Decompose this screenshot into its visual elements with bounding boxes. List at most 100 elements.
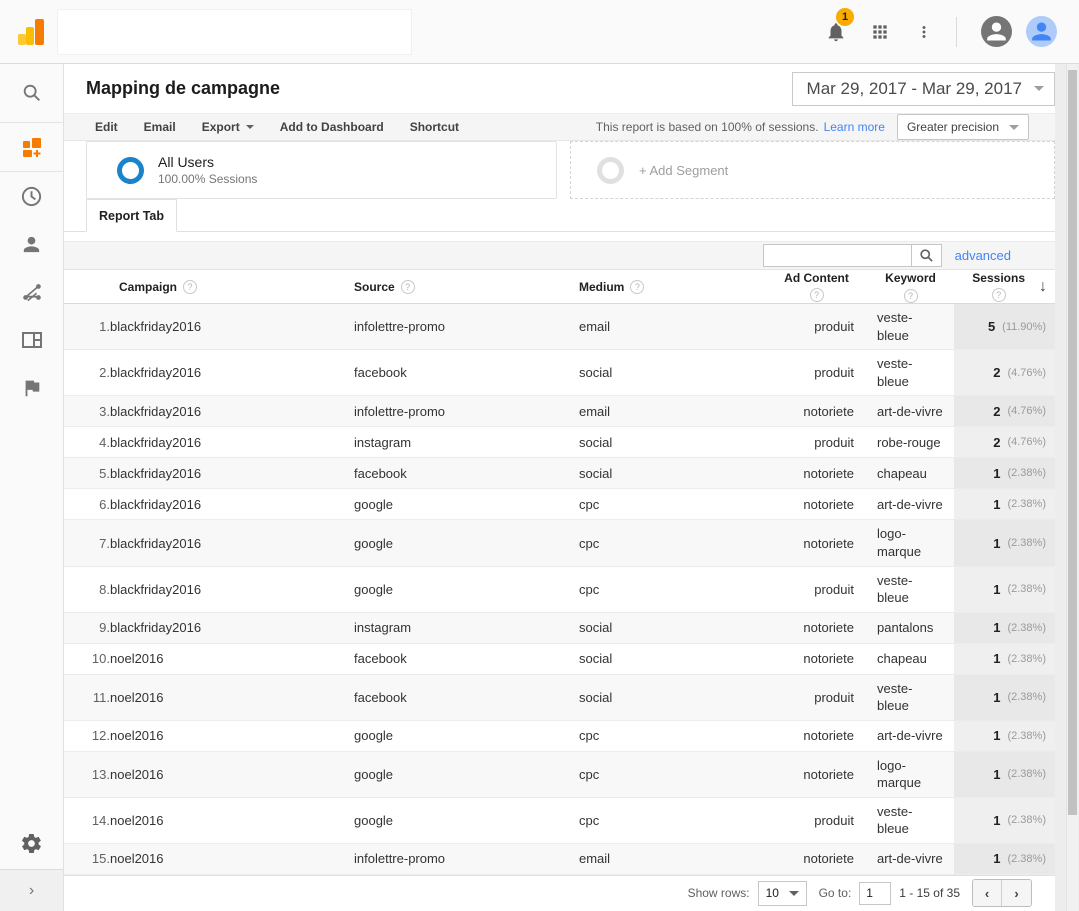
shortcut-button[interactable]: Shortcut xyxy=(410,120,459,134)
help-icon[interactable] xyxy=(992,288,1006,302)
table-row: 1. blackfriday2016 infolettre-promo emai… xyxy=(64,304,1055,350)
column-header-ad-content[interactable]: Ad Content xyxy=(784,271,849,285)
table-row: 12. noel2016 google cpc notoriete art-de… xyxy=(64,721,1055,752)
tab-report[interactable]: Report Tab xyxy=(86,199,177,232)
sessions-percent: (2.38%) xyxy=(1007,814,1046,826)
cell-medium: email xyxy=(579,314,779,339)
sessions-percent: (2.38%) xyxy=(1007,691,1046,703)
precision-dropdown[interactable]: Greater precision xyxy=(897,114,1029,140)
column-header-source[interactable]: Source xyxy=(354,280,395,294)
sidebar-item-audience-person-icon[interactable] xyxy=(0,220,63,268)
sort-descending-icon[interactable]: ↓ xyxy=(1039,279,1047,295)
apps-grid-icon[interactable] xyxy=(858,12,902,52)
cell-ad-content: produit xyxy=(779,360,854,385)
cell-campaign: blackfriday2016 xyxy=(110,430,354,455)
table-row: 6. blackfriday2016 google cpc notoriete … xyxy=(64,489,1055,520)
export-button[interactable]: Export xyxy=(202,120,254,134)
table-row: 15. noel2016 infolettre-promo email noto… xyxy=(64,844,1055,875)
rows-per-page-select[interactable]: 10 xyxy=(758,881,807,906)
next-page-button[interactable]: › xyxy=(1002,880,1031,906)
cell-source: infolettre-promo xyxy=(354,846,579,871)
advanced-search-link[interactable]: advanced xyxy=(955,248,1011,263)
help-icon[interactable] xyxy=(630,280,644,294)
sidebar-item-acquisition-share-icon[interactable] xyxy=(0,268,63,316)
row-index: 12. xyxy=(86,723,110,748)
sidebar-collapse-chevron-icon[interactable]: › xyxy=(0,869,63,911)
help-icon[interactable] xyxy=(401,280,415,294)
cell-sessions: 1 (2.38%) xyxy=(954,752,1055,797)
scrollbar-thumb[interactable] xyxy=(1068,70,1077,815)
row-index: 7. xyxy=(86,531,110,556)
notifications-bell-icon[interactable]: 1 xyxy=(814,12,858,52)
cell-medium: email xyxy=(579,399,779,424)
cell-source: infolettre-promo xyxy=(354,314,579,339)
cell-ad-content: notoriete xyxy=(779,646,854,671)
previous-page-button[interactable]: ‹ xyxy=(973,880,1002,906)
row-index: 6. xyxy=(86,492,110,517)
sidebar-item-customization[interactable] xyxy=(0,123,63,171)
cell-sessions: 2 (4.76%) xyxy=(954,350,1055,395)
help-icon[interactable] xyxy=(183,280,197,294)
column-header-keyword[interactable]: Keyword xyxy=(885,270,936,286)
cell-keyword: art-de-vivre xyxy=(877,845,944,873)
segment-detail: 100.00% Sessions xyxy=(158,172,257,186)
account-search-input[interactable] xyxy=(57,9,412,55)
table-search-bar: advanced xyxy=(64,241,1055,270)
sessions-value: 1 xyxy=(993,851,1000,866)
cell-medium: social xyxy=(579,430,779,455)
cell-ad-content: produit xyxy=(779,430,854,455)
email-button[interactable]: Email xyxy=(144,120,176,134)
sidebar-item-realtime-clock-icon[interactable] xyxy=(0,172,63,220)
table-search-input[interactable] xyxy=(763,244,911,267)
cell-source: facebook xyxy=(354,685,579,710)
cell-ad-content: produit xyxy=(779,314,854,339)
cell-source: google xyxy=(354,577,579,602)
sessions-value: 1 xyxy=(993,767,1000,782)
table-body: 1. blackfriday2016 infolettre-promo emai… xyxy=(64,304,1055,875)
sessions-value: 2 xyxy=(993,365,1000,380)
sessions-value: 1 xyxy=(993,466,1000,481)
row-index: 15. xyxy=(86,846,110,871)
google-account-avatar[interactable] xyxy=(981,16,1012,47)
cell-medium: cpc xyxy=(579,808,779,833)
column-header-campaign[interactable]: Campaign xyxy=(119,280,177,294)
left-nav-sidebar: › xyxy=(0,64,64,911)
sidebar-item-admin-gear-icon[interactable] xyxy=(0,817,63,869)
cell-keyword: robe-rouge xyxy=(877,429,944,457)
more-options-kebab-icon[interactable] xyxy=(902,12,946,52)
cell-ad-content: notoriete xyxy=(779,399,854,424)
learn-more-link[interactable]: Learn more xyxy=(824,120,885,134)
edit-button[interactable]: Edit xyxy=(95,120,118,134)
cell-sessions: 1 (2.38%) xyxy=(954,721,1055,751)
segment-all-users[interactable]: All Users 100.00% Sessions xyxy=(86,141,557,199)
help-icon[interactable] xyxy=(810,288,824,302)
row-index: 1. xyxy=(86,314,110,339)
sidebar-search-icon[interactable] xyxy=(0,64,63,122)
help-icon[interactable] xyxy=(904,289,918,303)
analytics-logo-icon[interactable] xyxy=(18,19,44,45)
row-index: 11. xyxy=(86,685,110,710)
cell-source: instagram xyxy=(354,430,579,455)
notification-count-badge: 1 xyxy=(836,8,854,26)
pagination-range: 1 - 15 of 35 xyxy=(899,886,960,900)
sessions-value: 1 xyxy=(993,728,1000,743)
date-range-picker[interactable]: Mar 29, 2017 - Mar 29, 2017 xyxy=(792,72,1055,106)
goto-page-input[interactable] xyxy=(859,882,891,905)
sessions-percent: (2.38%) xyxy=(1007,622,1046,634)
cell-ad-content: notoriete xyxy=(779,723,854,748)
add-to-dashboard-button[interactable]: Add to Dashboard xyxy=(280,120,384,134)
table-row: 3. blackfriday2016 infolettre-promo emai… xyxy=(64,396,1055,427)
sidebar-item-behavior-window-icon[interactable] xyxy=(0,316,63,364)
sidebar-item-conversions-flag-icon[interactable] xyxy=(0,364,63,412)
column-header-sessions[interactable]: Sessions xyxy=(972,271,1025,285)
user-profile-avatar[interactable] xyxy=(1026,16,1057,47)
row-index: 5. xyxy=(86,461,110,486)
topbar-divider xyxy=(956,17,957,47)
cell-campaign: noel2016 xyxy=(110,846,354,871)
search-button[interactable] xyxy=(911,244,942,267)
page-gutter xyxy=(1055,64,1066,911)
column-header-medium[interactable]: Medium xyxy=(579,280,624,294)
add-segment-button[interactable]: + Add Segment xyxy=(570,141,1055,199)
cell-medium: cpc xyxy=(579,531,779,556)
vertical-scrollbar[interactable] xyxy=(1066,64,1078,911)
